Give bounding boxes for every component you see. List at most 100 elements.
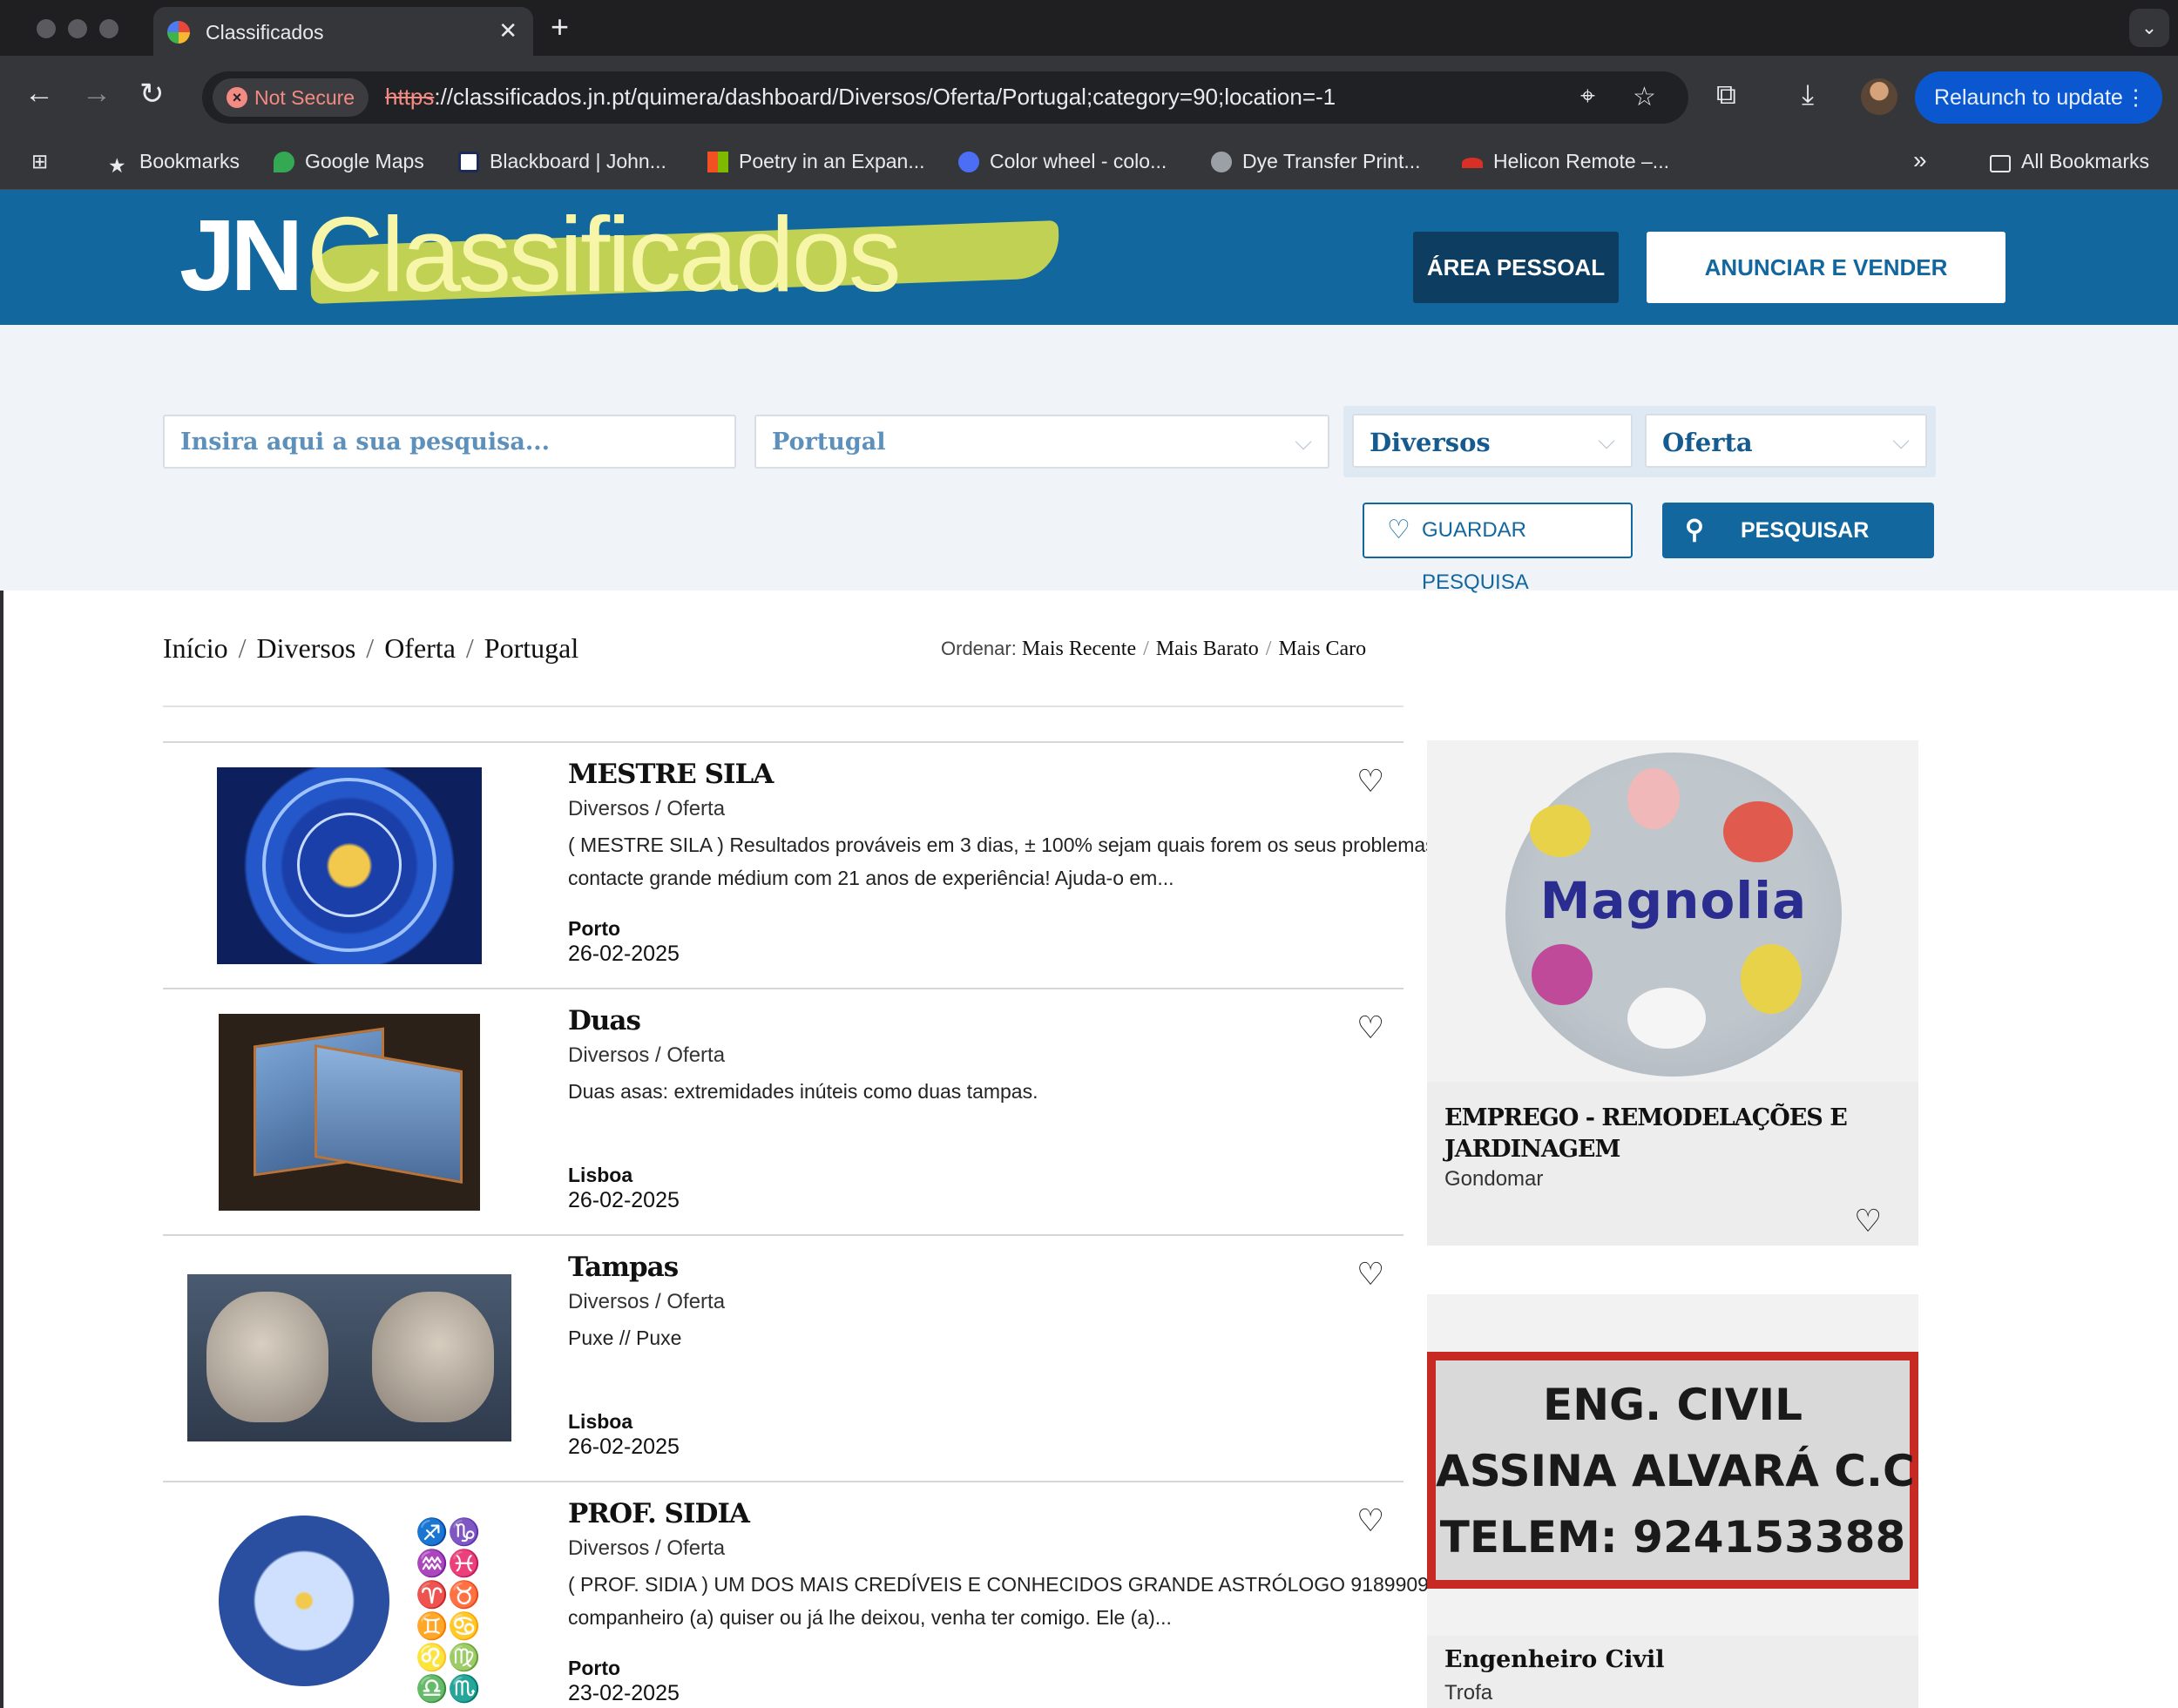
listing-category: Diversos / Oferta (568, 1536, 726, 1560)
ad-title[interactable]: EMPREGO - REMODELAÇÕES E JARDINAGEM (1444, 1103, 1897, 1165)
bookmarks-overflow-icon[interactable]: » (1913, 146, 1927, 174)
breadcrumb-item[interactable]: Oferta (384, 632, 456, 664)
bookmark-item[interactable]: Color wheel - colo... (958, 150, 1167, 173)
stone-heads-thumbnail[interactable] (187, 1274, 511, 1441)
canva-icon (958, 152, 979, 172)
zodiac-wheel-shape (219, 1516, 389, 1686)
bookmark-item[interactable]: Google Maps (274, 150, 424, 173)
listing-location: Porto (568, 1657, 621, 1679)
sort-option[interactable]: Mais Caro (1278, 638, 1366, 660)
search-input[interactable]: Insira aqui a sua pesquisa... (163, 415, 736, 469)
listing-item[interactable]: Tampas Diversos / Oferta Puxe // Puxe Li… (163, 1234, 1404, 1481)
chevron-down-icon: ⌵ (1892, 428, 1910, 454)
close-tab-icon[interactable]: ✕ (498, 17, 517, 44)
bookmark-star-icon[interactable]: ☆ (1633, 82, 1656, 112)
forward-arrow-icon[interactable]: → (82, 77, 112, 111)
location-pin-icon[interactable]: ⌖ (1580, 82, 1595, 111)
window-minimize-dot[interactable] (68, 19, 87, 38)
not-secure-label: Not Secure (254, 86, 355, 109)
listing-description: Puxe // Puxe (568, 1327, 682, 1349)
sort-option[interactable]: Mais Recente (1022, 638, 1136, 660)
folder-icon (1990, 155, 2011, 172)
flower-icon (1530, 805, 1591, 857)
browser-tab[interactable]: Classificados ✕ (153, 7, 533, 56)
favorite-heart-icon[interactable]: ♡ (1356, 1012, 1384, 1043)
sidebar-ad-card[interactable]: Magnolia EMPREGO - REMODELAÇÕES E JARDIN… (1427, 740, 1918, 1246)
type-value: Oferta (1662, 428, 1753, 457)
favorite-heart-icon[interactable]: ♡ (1356, 1259, 1384, 1290)
magnolia-badge: Magnolia (1505, 753, 1842, 1077)
star-icon: ★ (108, 154, 126, 177)
browser-tab-strip: Classificados ✕ + ⌄ (0, 0, 2178, 56)
stone-head-shape (372, 1292, 494, 1422)
bookmark-item[interactable]: Blackboard | John... (458, 150, 666, 173)
listing-date: 26-02-2025 (568, 942, 680, 966)
breadcrumb-item[interactable]: Portugal (484, 632, 578, 664)
not-secure-chip[interactable]: × Not Secure (213, 78, 369, 117)
favorite-heart-icon[interactable]: ♡ (1356, 766, 1384, 797)
address-bar[interactable]: × Not Secure https://classificados.jn.pt… (202, 71, 1688, 124)
ad-location: Trofa (1444, 1681, 1493, 1705)
tab-search-chevron-icon[interactable]: ⌄ (2129, 9, 2169, 47)
astrology-thumbnail[interactable]: ♐♑ ♒♓ ♈♉ ♊♋ ♌♍ ♎♏ (219, 1509, 480, 1705)
sidebar-ad-card[interactable]: ENG. CIVIL ASSINA ALVARÁ C.C TELEM: 9241… (1427, 1294, 1918, 1708)
listing-item[interactable]: MESTRE SILA Diversos / Oferta ( MESTRE S… (163, 741, 1528, 988)
flower-icon (1627, 988, 1706, 1049)
breadcrumb: Início / Diversos / Oferta / Portugal (163, 632, 579, 664)
ad-title[interactable]: Engenheiro Civil (1444, 1646, 1665, 1673)
window-close-dot[interactable] (37, 19, 56, 38)
listing-title[interactable]: Duas (568, 1005, 641, 1036)
bookmark-item[interactable]: Poetry in an Expan... (707, 150, 925, 173)
reload-icon[interactable]: ↻ (139, 77, 165, 111)
bookmark-item[interactable]: Helicon Remote –... (1462, 150, 1669, 173)
bookmark-item[interactable]: Dye Transfer Print... (1211, 150, 1421, 173)
url-text[interactable]: https://classificados.jn.pt/quimera/dash… (385, 84, 1336, 111)
kebab-menu-icon[interactable]: ⋮ (2125, 71, 2147, 124)
breadcrumb-item[interactable]: Início (163, 632, 228, 664)
sort-option[interactable]: Mais Barato (1156, 638, 1259, 660)
eng-civil-ad-banner[interactable]: ENG. CIVIL ASSINA ALVARÁ C.C TELEM: 9241… (1427, 1352, 1918, 1589)
listing-item[interactable]: Duas Diversos / Oferta Duas asas: extrem… (163, 988, 1404, 1234)
listing-title[interactable]: Tampas (568, 1252, 679, 1283)
save-search-button[interactable]: ♡ GUARDAR PESQUISA (1363, 503, 1633, 594)
listing-description: ( MESTRE SILA ) Resultados prováveis em … (568, 834, 1528, 889)
category-select[interactable]: Diversos ⌵ (1352, 414, 1633, 468)
listing-item[interactable]: ♐♑ ♒♓ ♈♉ ♊♋ ♌♍ ♎♏ PROF. SIDIA Diversos / Ofer… (163, 1481, 1528, 1708)
listing-title[interactable]: MESTRE SILA (568, 759, 774, 790)
location-select[interactable]: Portugal ⌵ (754, 415, 1329, 469)
apps-grid-icon[interactable]: ⊞ (31, 150, 48, 173)
logo-wordmark: Classificados (307, 195, 902, 314)
relaunch-button[interactable]: Relaunch to update ⋮ (1915, 71, 2162, 124)
extensions-puzzle-icon[interactable]: ⧉ (1716, 78, 1736, 111)
type-select[interactable]: Oferta ⌵ (1645, 414, 1927, 468)
favorite-heart-icon[interactable]: ♡ (1854, 1205, 1882, 1237)
breadcrumb-item[interactable]: Diversos (257, 632, 356, 664)
area-pessoal-button[interactable]: ÁREA PESSOAL (1413, 232, 1619, 303)
zodiac-wheel-thumbnail[interactable] (217, 767, 482, 964)
chevron-down-icon: ⌵ (1598, 428, 1615, 454)
stone-head-shape (206, 1292, 328, 1422)
search-panel: Insira aqui a sua pesquisa... Portugal ⌵… (0, 325, 2178, 594)
back-arrow-icon[interactable]: ← (24, 77, 54, 111)
favorite-heart-icon[interactable]: ♡ (1356, 1505, 1384, 1536)
magnolia-logo-text: Magnolia (1539, 871, 1808, 930)
search-button[interactable]: ⚲ PESQUISAR (1662, 503, 1934, 558)
listing-title[interactable]: PROF. SIDIA (568, 1498, 750, 1529)
logo-jn: JN (179, 199, 303, 312)
listing-location: Lisboa (568, 1164, 633, 1186)
bookmark-item[interactable]: ★ Bookmarks (108, 150, 240, 177)
profile-avatar[interactable] (1861, 78, 1897, 115)
window-zoom-dot[interactable] (99, 19, 118, 38)
mirrors-thumbnail[interactable] (219, 1014, 480, 1211)
banner-line: TELEM: 924153388 (1439, 1512, 1906, 1563)
download-icon[interactable]: ⤓ (1802, 78, 1814, 111)
search-placeholder: Insira aqui a sua pesquisa... (180, 429, 551, 456)
magnolia-ad-image[interactable]: Magnolia (1427, 740, 1918, 1082)
flower-icon (1723, 801, 1793, 862)
browser-toolbar: ← → ↻ × Not Secure https://classificados… (0, 56, 2178, 139)
anunciar-vender-button[interactable]: ANUNCIAR E VENDER (1647, 232, 2006, 303)
globe-icon (1211, 152, 1232, 172)
bookmarks-bar: ⊞ ★ Bookmarks Google Maps Blackboard | Jo… (0, 139, 2178, 190)
all-bookmarks-item[interactable]: All Bookmarks (1990, 150, 2149, 173)
new-tab-icon[interactable]: + (551, 9, 569, 45)
